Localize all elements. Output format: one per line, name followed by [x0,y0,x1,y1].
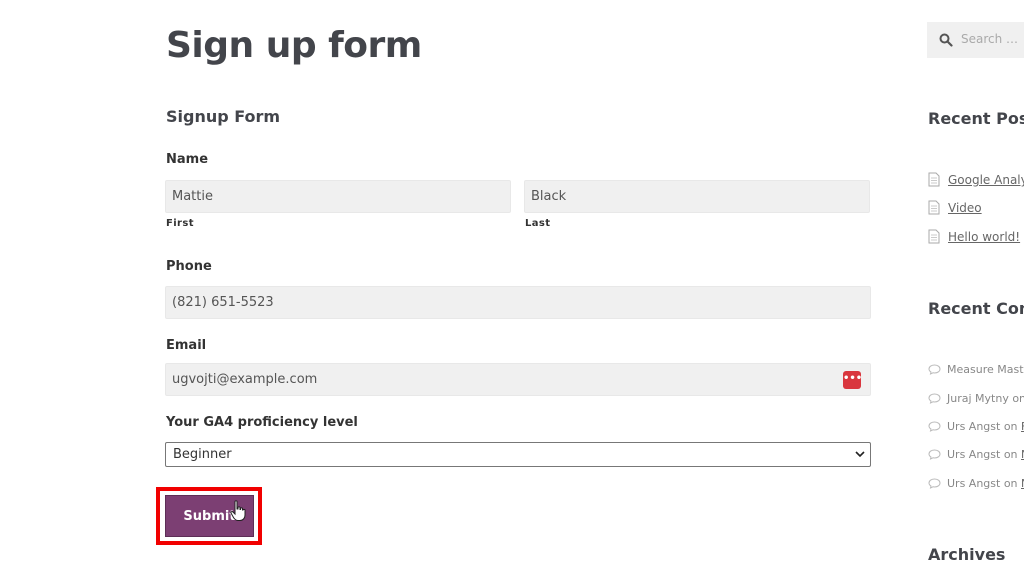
email-input[interactable] [165,363,871,396]
comment-icon [928,393,941,404]
comment-author: Urs Angst [947,448,1001,461]
comment-on: on [1000,477,1022,490]
search-placeholder: Search … [961,32,1019,46]
comment-text: Urs Angst on Fi [947,419,1024,435]
document-icon [928,200,940,215]
email-label: Email [166,338,207,353]
proficiency-label: Your GA4 proficiency level [166,415,358,430]
comment-text: Measure Maste [947,362,1024,378]
comment-on: on [1012,392,1024,405]
form-heading: Signup Form [166,107,281,126]
recent-post-link[interactable]: Google Analyti [948,172,1024,188]
comment-on: on [1000,448,1022,461]
comment-on: on [1000,420,1022,433]
first-name-input[interactable] [165,180,511,213]
comment-author: Juraj Mytny [947,392,1009,405]
comment-text: Urs Angst on Ni [947,447,1024,463]
comment-icon [928,364,941,375]
comment-text: Urs Angst on Ni [947,476,1024,492]
page-title: Sign up form [166,25,422,66]
email-field: ••• [165,363,871,396]
phone-input[interactable] [165,286,871,319]
sidebar-search-field[interactable]: Search … [927,22,1024,58]
last-name-input[interactable] [524,180,870,213]
comment-text: Juraj Mytny on [947,391,1024,407]
proficiency-selected-value: Beginner [173,447,232,462]
comment-author: Urs Angst [947,420,1001,433]
comment-author: Measure Maste [947,363,1024,376]
comment-icon [928,478,941,489]
comment-author: Urs Angst [947,477,1001,490]
phone-label: Phone [166,259,212,274]
archives-heading: Archives [928,545,1006,564]
hand-cursor-icon [230,500,246,521]
recent-post-link[interactable]: Hello world! [948,229,1020,245]
recent-posts-heading: Recent Posts [928,109,1024,128]
recent-comments-heading: Recent Comm [928,299,1024,318]
first-sublabel: First [166,218,194,229]
comment-icon [928,449,941,460]
search-icon [939,33,953,47]
comment-icon [928,421,941,432]
password-manager-icon[interactable]: ••• [843,371,862,389]
chevron-down-icon [855,443,865,474]
document-icon [928,172,940,187]
name-label: Name [166,152,209,167]
proficiency-select[interactable]: Beginner [165,442,871,467]
recent-post-link[interactable]: Video [948,200,982,216]
document-icon [928,229,940,244]
last-sublabel: Last [525,218,551,229]
